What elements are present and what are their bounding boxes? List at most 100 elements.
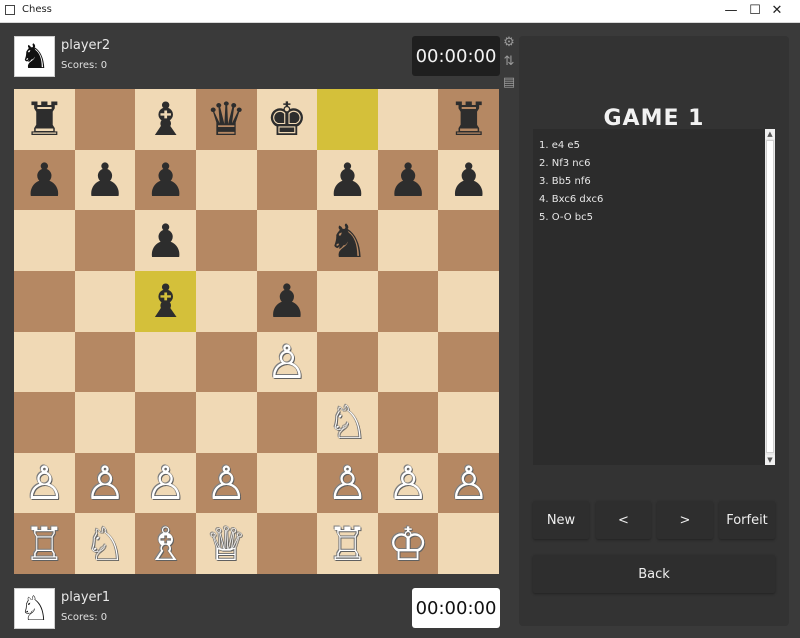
piece-d2[interactable]: ♙ <box>206 460 247 506</box>
square-a3[interactable] <box>14 392 75 453</box>
square-g2[interactable]: ♙ <box>377 452 439 514</box>
square-g4[interactable] <box>377 331 439 393</box>
square-e2[interactable] <box>256 452 318 514</box>
square-e7[interactable] <box>256 149 318 211</box>
piece-c8[interactable]: ♝ <box>145 96 186 142</box>
square-b4[interactable] <box>74 331 136 393</box>
square-a1[interactable]: ♖ <box>14 513 75 574</box>
chess-board[interactable]: ♜ ♝ ♛ ♚ ♜ ♟ ♟ ♟ ♟ ♟ ♟ ♟ ♞ ♝ ♟ ♙ ♘ ♙ ♙ ♙ ♙ ♙ ♙ ♙ ♖ ♘ ♗ ♕ ♖ ♔ <box>14 89 499 574</box>
piece-c2[interactable]: ♙ <box>145 460 186 506</box>
piece-f6[interactable]: ♞ <box>327 218 368 264</box>
square-h6[interactable] <box>438 210 499 271</box>
piece-f3[interactable]: ♘ <box>327 399 368 445</box>
piece-b7[interactable]: ♟ <box>84 157 125 203</box>
move-history-scrollbar[interactable]: ▲ ▼ <box>765 129 775 465</box>
square-c1[interactable]: ♗ <box>135 513 196 574</box>
square-f3[interactable]: ♘ <box>317 392 378 453</box>
square-g5[interactable] <box>377 270 439 332</box>
piece-f1[interactable]: ♖ <box>327 521 368 567</box>
square-e8[interactable]: ♚ <box>256 89 318 150</box>
square-c4[interactable] <box>135 331 196 393</box>
piece-c6[interactable]: ♟ <box>145 218 186 264</box>
square-d8[interactable]: ♛ <box>195 89 257 150</box>
save-icon[interactable]: ▤ <box>502 76 516 90</box>
square-b2[interactable]: ♙ <box>74 452 136 514</box>
piece-c5[interactable]: ♝ <box>145 278 186 324</box>
square-g8[interactable] <box>377 89 439 150</box>
piece-c1[interactable]: ♗ <box>145 521 186 567</box>
square-e1[interactable] <box>256 513 318 574</box>
square-a2[interactable]: ♙ <box>14 452 75 514</box>
piece-d8[interactable]: ♛ <box>206 96 247 142</box>
next-move-button[interactable]: > <box>657 501 713 539</box>
forfeit-button[interactable]: Forfeit <box>719 501 775 539</box>
piece-c7[interactable]: ♟ <box>145 157 186 203</box>
square-e6[interactable] <box>256 210 318 271</box>
scroll-thumb[interactable] <box>766 140 774 453</box>
square-c8[interactable]: ♝ <box>135 89 196 150</box>
square-g1[interactable]: ♔ <box>377 513 439 574</box>
square-d4[interactable] <box>195 331 257 393</box>
square-c2[interactable]: ♙ <box>135 452 196 514</box>
piece-a2[interactable]: ♙ <box>24 460 65 506</box>
square-b8[interactable] <box>74 89 136 150</box>
square-c7[interactable]: ♟ <box>135 149 196 211</box>
square-d5[interactable] <box>195 270 257 332</box>
square-d6[interactable] <box>195 210 257 271</box>
square-f7[interactable]: ♟ <box>317 149 378 211</box>
square-h3[interactable] <box>438 392 499 453</box>
square-d7[interactable] <box>195 149 257 211</box>
square-d3[interactable] <box>195 392 257 453</box>
square-g6[interactable] <box>377 210 439 271</box>
square-f4[interactable] <box>317 331 378 393</box>
square-a4[interactable] <box>14 331 75 393</box>
flip-board-icon[interactable]: ⇅ <box>502 55 516 69</box>
piece-g1[interactable]: ♔ <box>387 521 428 567</box>
square-a7[interactable]: ♟ <box>14 149 75 211</box>
square-e3[interactable] <box>256 392 318 453</box>
piece-b1[interactable]: ♘ <box>84 521 125 567</box>
square-c3[interactable] <box>135 392 196 453</box>
piece-e5[interactable]: ♟ <box>266 278 307 324</box>
square-h5[interactable] <box>438 270 499 332</box>
square-g3[interactable] <box>377 392 439 453</box>
piece-e4[interactable]: ♙ <box>266 339 307 385</box>
piece-h2[interactable]: ♙ <box>448 460 489 506</box>
square-h1[interactable] <box>438 513 499 574</box>
square-h8[interactable]: ♜ <box>438 89 499 150</box>
square-b6[interactable] <box>74 210 136 271</box>
square-h2[interactable]: ♙ <box>438 452 499 514</box>
square-b3[interactable] <box>74 392 136 453</box>
square-a5[interactable] <box>14 270 75 332</box>
scroll-down-arrow-icon[interactable]: ▼ <box>765 455 775 465</box>
square-b1[interactable]: ♘ <box>74 513 136 574</box>
square-b5[interactable] <box>74 270 136 332</box>
piece-g2[interactable]: ♙ <box>387 460 428 506</box>
piece-b2[interactable]: ♙ <box>84 460 125 506</box>
square-h7[interactable]: ♟ <box>438 149 499 211</box>
square-g7[interactable]: ♟ <box>377 149 439 211</box>
scroll-up-arrow-icon[interactable]: ▲ <box>765 129 775 139</box>
square-e5[interactable]: ♟ <box>256 270 318 332</box>
piece-a7[interactable]: ♟ <box>24 157 65 203</box>
piece-d1[interactable]: ♕ <box>206 521 247 567</box>
square-f5[interactable] <box>317 270 378 332</box>
square-a6[interactable] <box>14 210 75 271</box>
square-c5[interactable]: ♝ <box>135 270 196 332</box>
new-game-button[interactable]: New <box>533 501 589 539</box>
square-d1[interactable]: ♕ <box>195 513 257 574</box>
piece-h8[interactable]: ♜ <box>448 96 489 142</box>
square-c6[interactable]: ♟ <box>135 210 196 271</box>
square-f1[interactable]: ♖ <box>317 513 378 574</box>
settings-gear-icon[interactable]: ⚙ <box>502 36 516 50</box>
back-button[interactable]: Back <box>533 555 775 593</box>
square-f2[interactable]: ♙ <box>317 452 378 514</box>
piece-a1[interactable]: ♖ <box>24 521 65 567</box>
piece-e8[interactable]: ♚ <box>266 96 307 142</box>
previous-move-button[interactable]: < <box>596 501 651 539</box>
piece-f7[interactable]: ♟ <box>327 157 368 203</box>
piece-a8[interactable]: ♜ <box>24 96 65 142</box>
square-f6[interactable]: ♞ <box>317 210 378 271</box>
piece-g7[interactable]: ♟ <box>387 157 428 203</box>
close-button[interactable]: ✕ <box>754 0 800 22</box>
